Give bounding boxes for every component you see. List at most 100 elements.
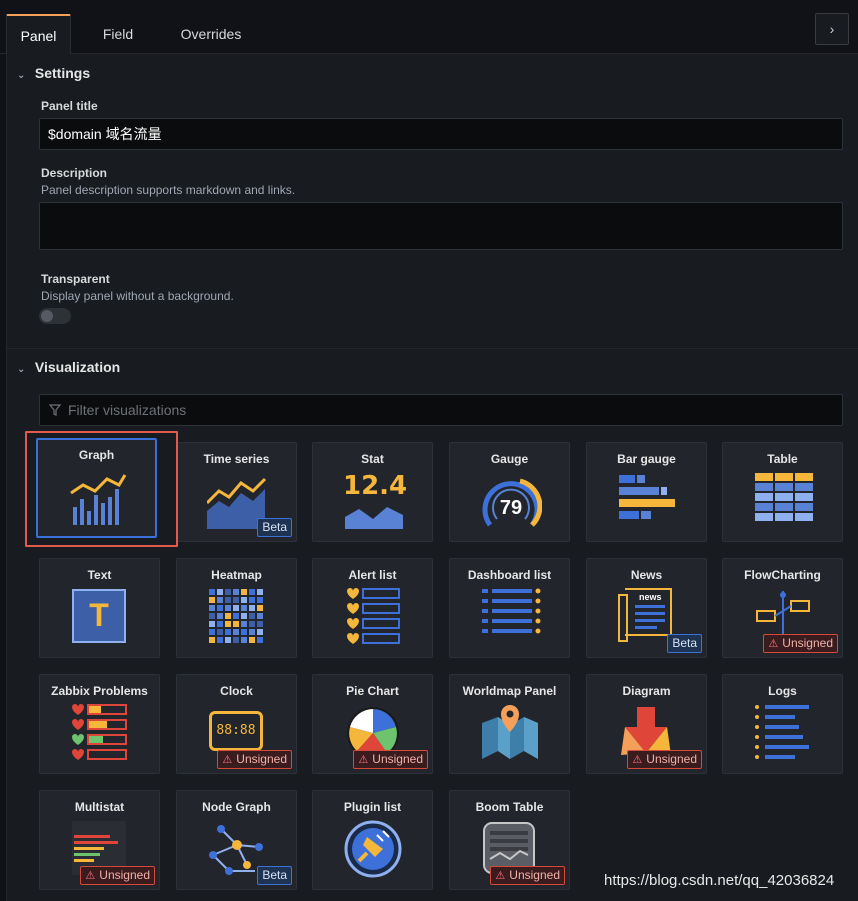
viz-card-news[interactable]: News news Beta bbox=[586, 558, 707, 658]
settings-title: Settings bbox=[34, 65, 91, 81]
panel-title-input[interactable] bbox=[39, 118, 843, 150]
viz-card-heatmap[interactable]: Heatmap bbox=[176, 558, 297, 658]
toggle-knob bbox=[41, 310, 53, 322]
filter-visualizations-input[interactable]: Filter visualizations bbox=[39, 394, 843, 426]
panel-title-label: Panel title bbox=[41, 99, 98, 113]
card-title: Table bbox=[767, 452, 798, 466]
viz-card-text[interactable]: Text T bbox=[39, 558, 160, 658]
heatmap-cell bbox=[233, 597, 239, 603]
viz-card-multistat[interactable]: Multistat ⚠ Unsigned bbox=[39, 790, 160, 890]
heatmap-cell bbox=[209, 597, 215, 603]
warning-icon: ⚠ bbox=[632, 754, 643, 766]
heatmap-cell bbox=[225, 589, 231, 595]
settings-section-header[interactable]: ⌄ Settings bbox=[17, 65, 90, 81]
heatmap-cell bbox=[257, 589, 263, 595]
card-title: Bar gauge bbox=[617, 452, 676, 466]
unsigned-badge: ⚠ Unsigned bbox=[353, 750, 428, 769]
card-title: Dashboard list bbox=[467, 568, 552, 582]
card-title: Time series bbox=[203, 452, 270, 466]
warning-icon: ⚠ bbox=[768, 638, 779, 650]
section-divider bbox=[7, 348, 858, 349]
heatmap-cell bbox=[257, 637, 263, 643]
visualization-section-header[interactable]: ⌄ Visualization bbox=[17, 359, 120, 375]
alert-list-icon bbox=[347, 588, 400, 644]
beta-badge: Beta bbox=[257, 518, 292, 537]
clock-digits: 88:88 bbox=[216, 723, 256, 738]
filter-icon bbox=[49, 404, 61, 416]
viz-card-flowcharting[interactable]: FlowCharting ⚠ Unsigned bbox=[722, 558, 843, 658]
warning-icon: ⚠ bbox=[85, 870, 96, 882]
viz-card-worldmap-panel[interactable]: Worldmap Panel bbox=[449, 674, 570, 774]
filter-placeholder: Filter visualizations bbox=[68, 402, 187, 418]
collapse-pane-button[interactable]: › bbox=[815, 13, 849, 45]
viz-card-clock[interactable]: Clock 88:88 ⚠ Unsigned bbox=[176, 674, 297, 774]
heatmap-cell bbox=[257, 597, 263, 603]
heatmap-cell bbox=[217, 605, 223, 611]
transparent-label: Transparent bbox=[41, 272, 110, 286]
card-title: Alert list bbox=[348, 568, 397, 582]
viz-card-diagram[interactable]: Diagram ⚠ Unsigned bbox=[586, 674, 707, 774]
heatmap-cell bbox=[249, 613, 255, 619]
transparent-toggle[interactable] bbox=[39, 308, 71, 324]
chevron-down-icon: ⌄ bbox=[17, 364, 26, 375]
description-hint: Panel description supports markdown and … bbox=[41, 183, 296, 197]
heatmap-cell bbox=[217, 621, 223, 627]
beta-badge: Beta bbox=[257, 866, 292, 885]
card-title: Diagram bbox=[622, 684, 671, 698]
description-textarea[interactable] bbox=[39, 202, 843, 250]
viz-card-time-series[interactable]: Time series Beta bbox=[176, 442, 297, 542]
viz-card-graph[interactable]: Graph bbox=[36, 438, 157, 538]
heatmap-cell bbox=[241, 597, 247, 603]
viz-card-stat[interactable]: Stat 12.4 bbox=[312, 442, 433, 542]
warning-icon: ⚠ bbox=[358, 754, 369, 766]
heatmap-cell bbox=[249, 621, 255, 627]
heatmap-cell bbox=[233, 605, 239, 611]
tab-panel[interactable]: Panel bbox=[6, 14, 71, 54]
heatmap-cell bbox=[209, 605, 215, 611]
heatmap-cell bbox=[217, 629, 223, 635]
tab-overrides[interactable]: Overrides bbox=[170, 14, 252, 54]
heatmap-cell bbox=[217, 597, 223, 603]
news-label: news bbox=[639, 592, 662, 602]
viz-card-table[interactable]: Table bbox=[722, 442, 843, 542]
heatmap-cell bbox=[249, 637, 255, 643]
badge-text: Unsigned bbox=[372, 752, 423, 766]
unsigned-badge: ⚠ Unsigned bbox=[80, 866, 155, 885]
heatmap-cell bbox=[217, 613, 223, 619]
heatmap-cell bbox=[225, 621, 231, 627]
visualization-title: Visualization bbox=[34, 359, 121, 375]
unsigned-badge: ⚠ Unsigned bbox=[490, 866, 565, 885]
worldmap-icon bbox=[482, 705, 538, 759]
heatmap-cell bbox=[233, 637, 239, 643]
transparent-hint: Display panel without a background. bbox=[41, 289, 234, 303]
heatmap-cell bbox=[241, 613, 247, 619]
card-title: FlowCharting bbox=[744, 568, 821, 582]
heatmap-cell bbox=[257, 613, 263, 619]
unsigned-badge: ⚠ Unsigned bbox=[763, 634, 838, 653]
unsigned-badge: ⚠ Unsigned bbox=[217, 750, 292, 769]
heatmap-cell bbox=[233, 629, 239, 635]
viz-card-logs[interactable]: Logs bbox=[722, 674, 843, 774]
viz-card-alert-list[interactable]: Alert list bbox=[312, 558, 433, 658]
heatmap-cell bbox=[225, 605, 231, 611]
logs-icon bbox=[755, 705, 809, 759]
card-title: Worldmap Panel bbox=[462, 684, 557, 698]
gauge-icon: 79 bbox=[480, 471, 542, 533]
card-title: Pie Chart bbox=[346, 684, 399, 698]
description-label: Description bbox=[41, 166, 108, 180]
table-icon bbox=[755, 473, 813, 521]
viz-card-dashboard-list[interactable]: Dashboard list bbox=[449, 558, 570, 658]
viz-card-zabbix-problems[interactable]: Zabbix Problems bbox=[39, 674, 160, 774]
tab-field[interactable]: Field bbox=[90, 14, 146, 54]
viz-card-node-graph[interactable]: Node Graph Beta bbox=[176, 790, 297, 890]
beta-badge: Beta bbox=[667, 634, 702, 653]
viz-card-bar-gauge[interactable]: Bar gauge bbox=[586, 442, 707, 542]
zabbix-problems-icon bbox=[72, 704, 127, 760]
heatmap-cell bbox=[217, 637, 223, 643]
viz-card-plugin-list[interactable]: Plugin list bbox=[312, 790, 433, 890]
viz-card-gauge[interactable]: Gauge 79 bbox=[449, 442, 570, 542]
badge-text: Unsigned bbox=[782, 636, 833, 650]
viz-card-pie-chart[interactable]: Pie Chart ⚠ Unsigned bbox=[312, 674, 433, 774]
heatmap-cell bbox=[209, 637, 215, 643]
viz-card-boom-table[interactable]: Boom Table ⚠ Unsigned bbox=[449, 790, 570, 890]
